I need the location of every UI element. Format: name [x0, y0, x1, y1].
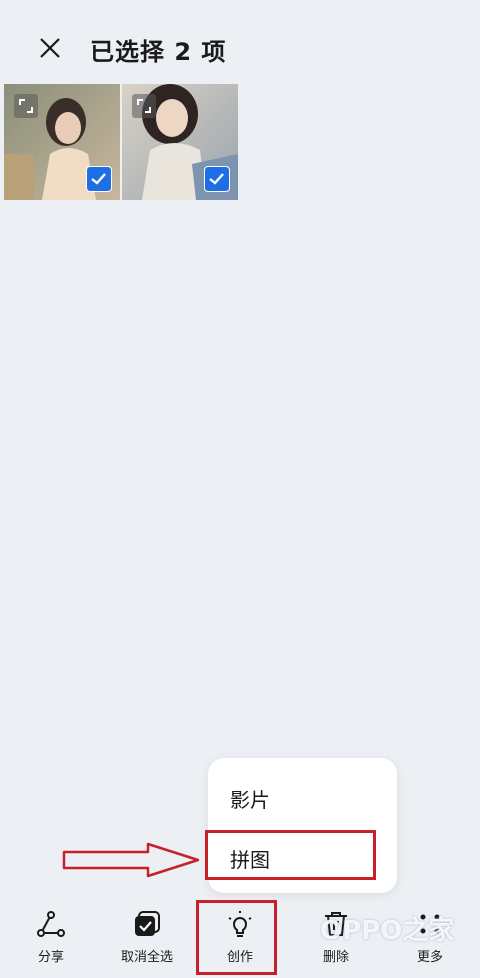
annotation-highlight-box [205, 830, 376, 880]
deselect-all-icon [135, 911, 160, 936]
close-icon [40, 38, 60, 58]
expand-icon[interactable] [14, 94, 38, 118]
top-bar: 已选择 2 项 [0, 0, 480, 84]
checkmark-icon[interactable] [86, 166, 112, 192]
more-label: 更多 [416, 950, 443, 965]
deselect-all-button[interactable]: 取消全选 [107, 898, 187, 978]
deselect-all-label: 取消全选 [120, 950, 173, 965]
photo-thumbnail-1[interactable] [4, 84, 120, 200]
watermark-text: OPPO之家 [320, 916, 455, 946]
close-button[interactable] [36, 34, 64, 62]
annotation-arrow [62, 842, 200, 878]
share-button[interactable]: 分享 [11, 898, 91, 978]
page-title: 已选择 2 项 [90, 38, 227, 66]
share-label: 分享 [37, 950, 64, 965]
share-icon [37, 911, 65, 937]
photo-thumbnail-2[interactable] [122, 84, 238, 200]
delete-label: 删除 [322, 950, 349, 965]
checkmark-icon[interactable] [204, 166, 230, 192]
menu-item-movie[interactable]: 影片 [230, 784, 270, 813]
expand-icon[interactable] [132, 94, 156, 118]
annotation-create-highlight [196, 900, 277, 975]
